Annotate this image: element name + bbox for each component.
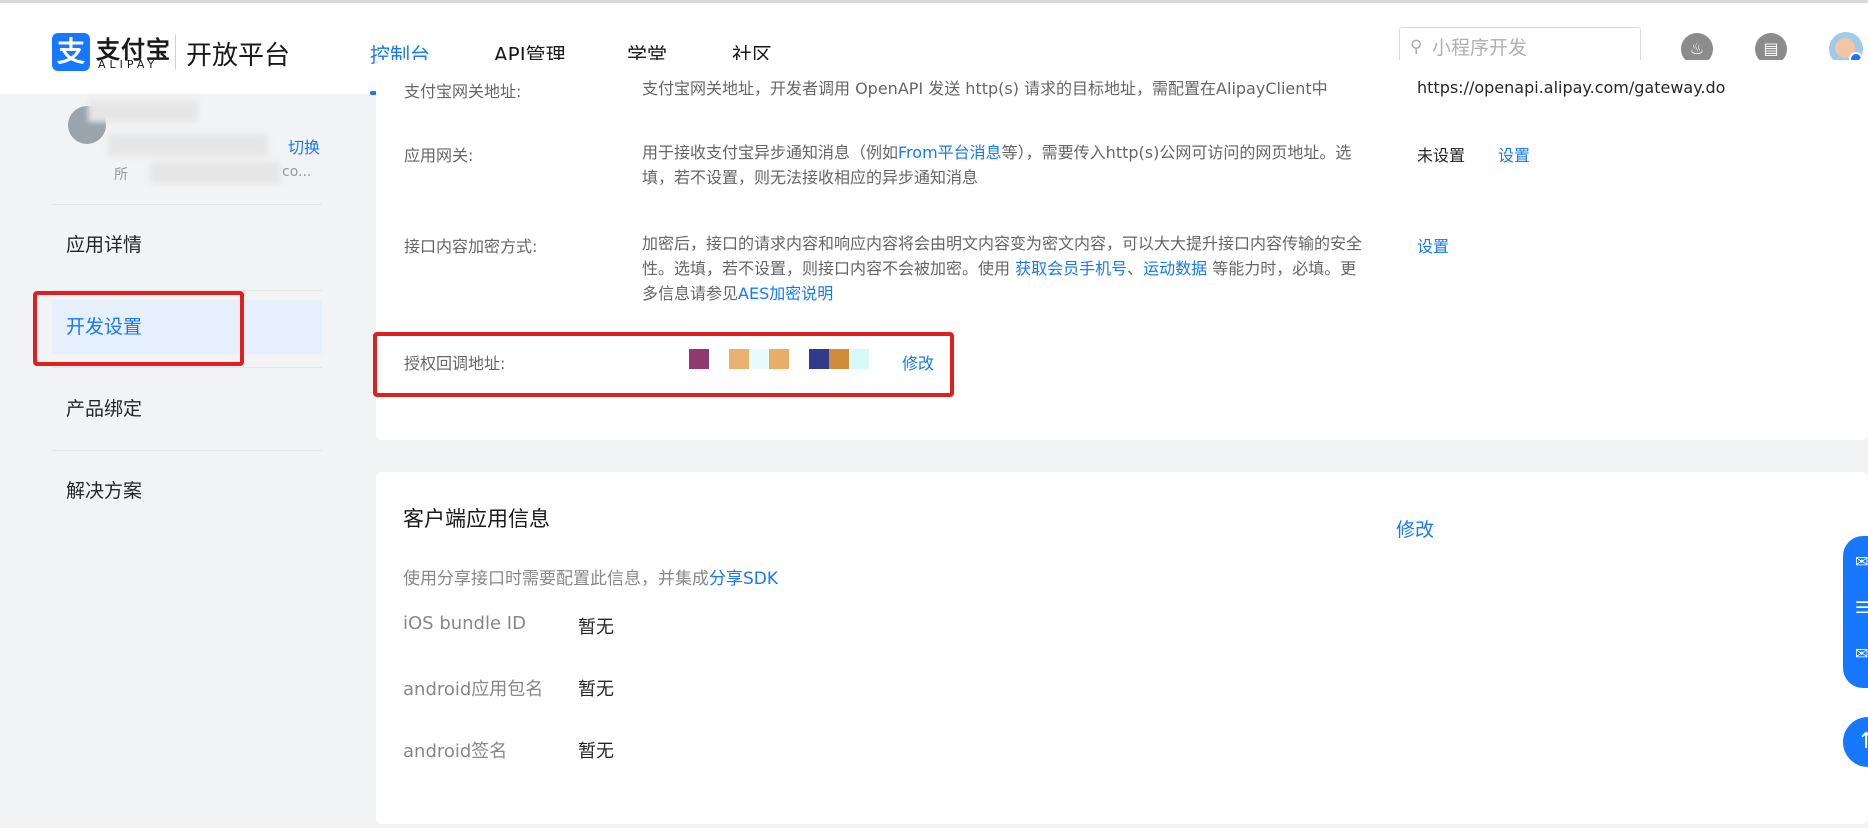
- alipay-logo-subtext: ALIPAY: [98, 58, 159, 71]
- redaction-pixel: [729, 349, 749, 369]
- app-id-fragment: co...: [282, 164, 312, 180]
- gateway-description: 支付宝网关地址，开发者调用 OpenAPI 发送 http(s) 请求的目标地址…: [642, 79, 1328, 98]
- switch-app-link[interactable]: 切换: [288, 134, 320, 158]
- android-signature-value: 暂无: [578, 741, 614, 762]
- redaction-pixel: [769, 349, 789, 369]
- chat-icon[interactable]: ✉: [1855, 552, 1868, 571]
- redaction-pixel: [829, 349, 849, 369]
- sidebar-divider: [52, 290, 322, 291]
- desc-text: 、: [1127, 259, 1144, 278]
- client-info-edit-link[interactable]: 修改: [1396, 515, 1434, 542]
- redaction-pixel: [749, 349, 769, 369]
- sidebar-item-app-details[interactable]: 应用详情: [52, 218, 322, 272]
- sidebar-divider: [52, 450, 322, 451]
- client-info-card: 客户端应用信息 修改 使用分享接口时需要配置此信息，并集成分享SDK iOS b…: [376, 472, 1868, 824]
- search-input[interactable]: [1432, 35, 1632, 61]
- sidebar-divider: [52, 204, 322, 205]
- platform-title: 开放平台: [186, 41, 291, 71]
- desc-text: 用于接收支付宝异步通知消息（例如: [642, 143, 899, 162]
- android-signature-label: android签名: [403, 741, 508, 762]
- share-sdk-link[interactable]: 分享SDK: [709, 569, 778, 589]
- callback-url-edit-link[interactable]: 修改: [902, 350, 934, 374]
- member-phone-link[interactable]: 获取会员手机号: [1015, 259, 1127, 278]
- gateway-value: https://openapi.alipay.com/gateway.do: [1417, 78, 1726, 97]
- search-icon: ⚲: [1410, 37, 1423, 57]
- gateway-label: 支付宝网关地址:: [404, 82, 522, 101]
- android-package-label: android应用包名: [403, 679, 544, 700]
- sports-data-link[interactable]: 运动数据: [1143, 259, 1207, 278]
- redaction-pixel: [689, 349, 709, 369]
- alipay-logo-icon[interactable]: 支: [52, 33, 90, 71]
- platform-message-link[interactable]: From平台消息: [898, 143, 1002, 162]
- encrypt-label: 接口内容加密方式:: [404, 237, 538, 256]
- sidebar-item-product-binding[interactable]: 产品绑定: [52, 382, 322, 436]
- client-info-title: 客户端应用信息: [403, 507, 550, 531]
- app-gateway-label: 应用网关:: [404, 146, 474, 165]
- app-gateway-description: 用于接收支付宝异步通知消息（例如From平台消息等），需要传入http(s)公网…: [642, 140, 1362, 190]
- ios-bundle-value: 暂无: [578, 617, 614, 638]
- message-icon[interactable]: ☰: [1855, 598, 1868, 617]
- sidebar: 所 co... 切换 应用详情 开发设置 产品绑定 解决方案: [0, 94, 340, 828]
- aes-docs-link[interactable]: AES加密说明: [738, 284, 833, 303]
- sidebar-item-dev-settings[interactable]: 开发设置: [52, 300, 322, 354]
- android-package-value: 暂无: [578, 679, 614, 700]
- ios-bundle-label: iOS bundle ID: [403, 613, 526, 634]
- logo-divider: [175, 35, 176, 69]
- app-gateway-set-link[interactable]: 设置: [1498, 142, 1530, 166]
- app-gateway-status: 未设置: [1417, 146, 1466, 165]
- app-name-redacted: [88, 100, 198, 122]
- sidebar-divider: [52, 367, 322, 368]
- desc-text: 使用分享接口时需要配置此信息，并集成: [403, 569, 709, 589]
- sidebar-item-solutions[interactable]: 解决方案: [52, 464, 322, 518]
- client-info-description: 使用分享接口时需要配置此信息，并集成分享SDK: [403, 564, 778, 589]
- callback-url-label: 授权回调地址:: [404, 354, 506, 373]
- floating-help-panel: ✉ ☰ ✉: [1843, 536, 1868, 688]
- app-name-fragment: 所: [114, 167, 128, 183]
- redaction-pixel: [809, 349, 829, 369]
- redaction-pixel: [849, 349, 869, 369]
- mail-icon[interactable]: ✉: [1855, 644, 1868, 663]
- encrypt-description: 加密后，接口的请求内容和响应内容将会由明文内容变为密文内容，可以大大提升接口内容…: [642, 231, 1362, 306]
- encrypt-set-link[interactable]: 设置: [1417, 233, 1449, 257]
- app-info-redacted: [108, 134, 268, 156]
- app-id-redacted: [150, 162, 280, 184]
- dev-settings-card: 支付宝网关地址: 支付宝网关地址，开发者调用 OpenAPI 发送 http(s…: [376, 60, 1868, 440]
